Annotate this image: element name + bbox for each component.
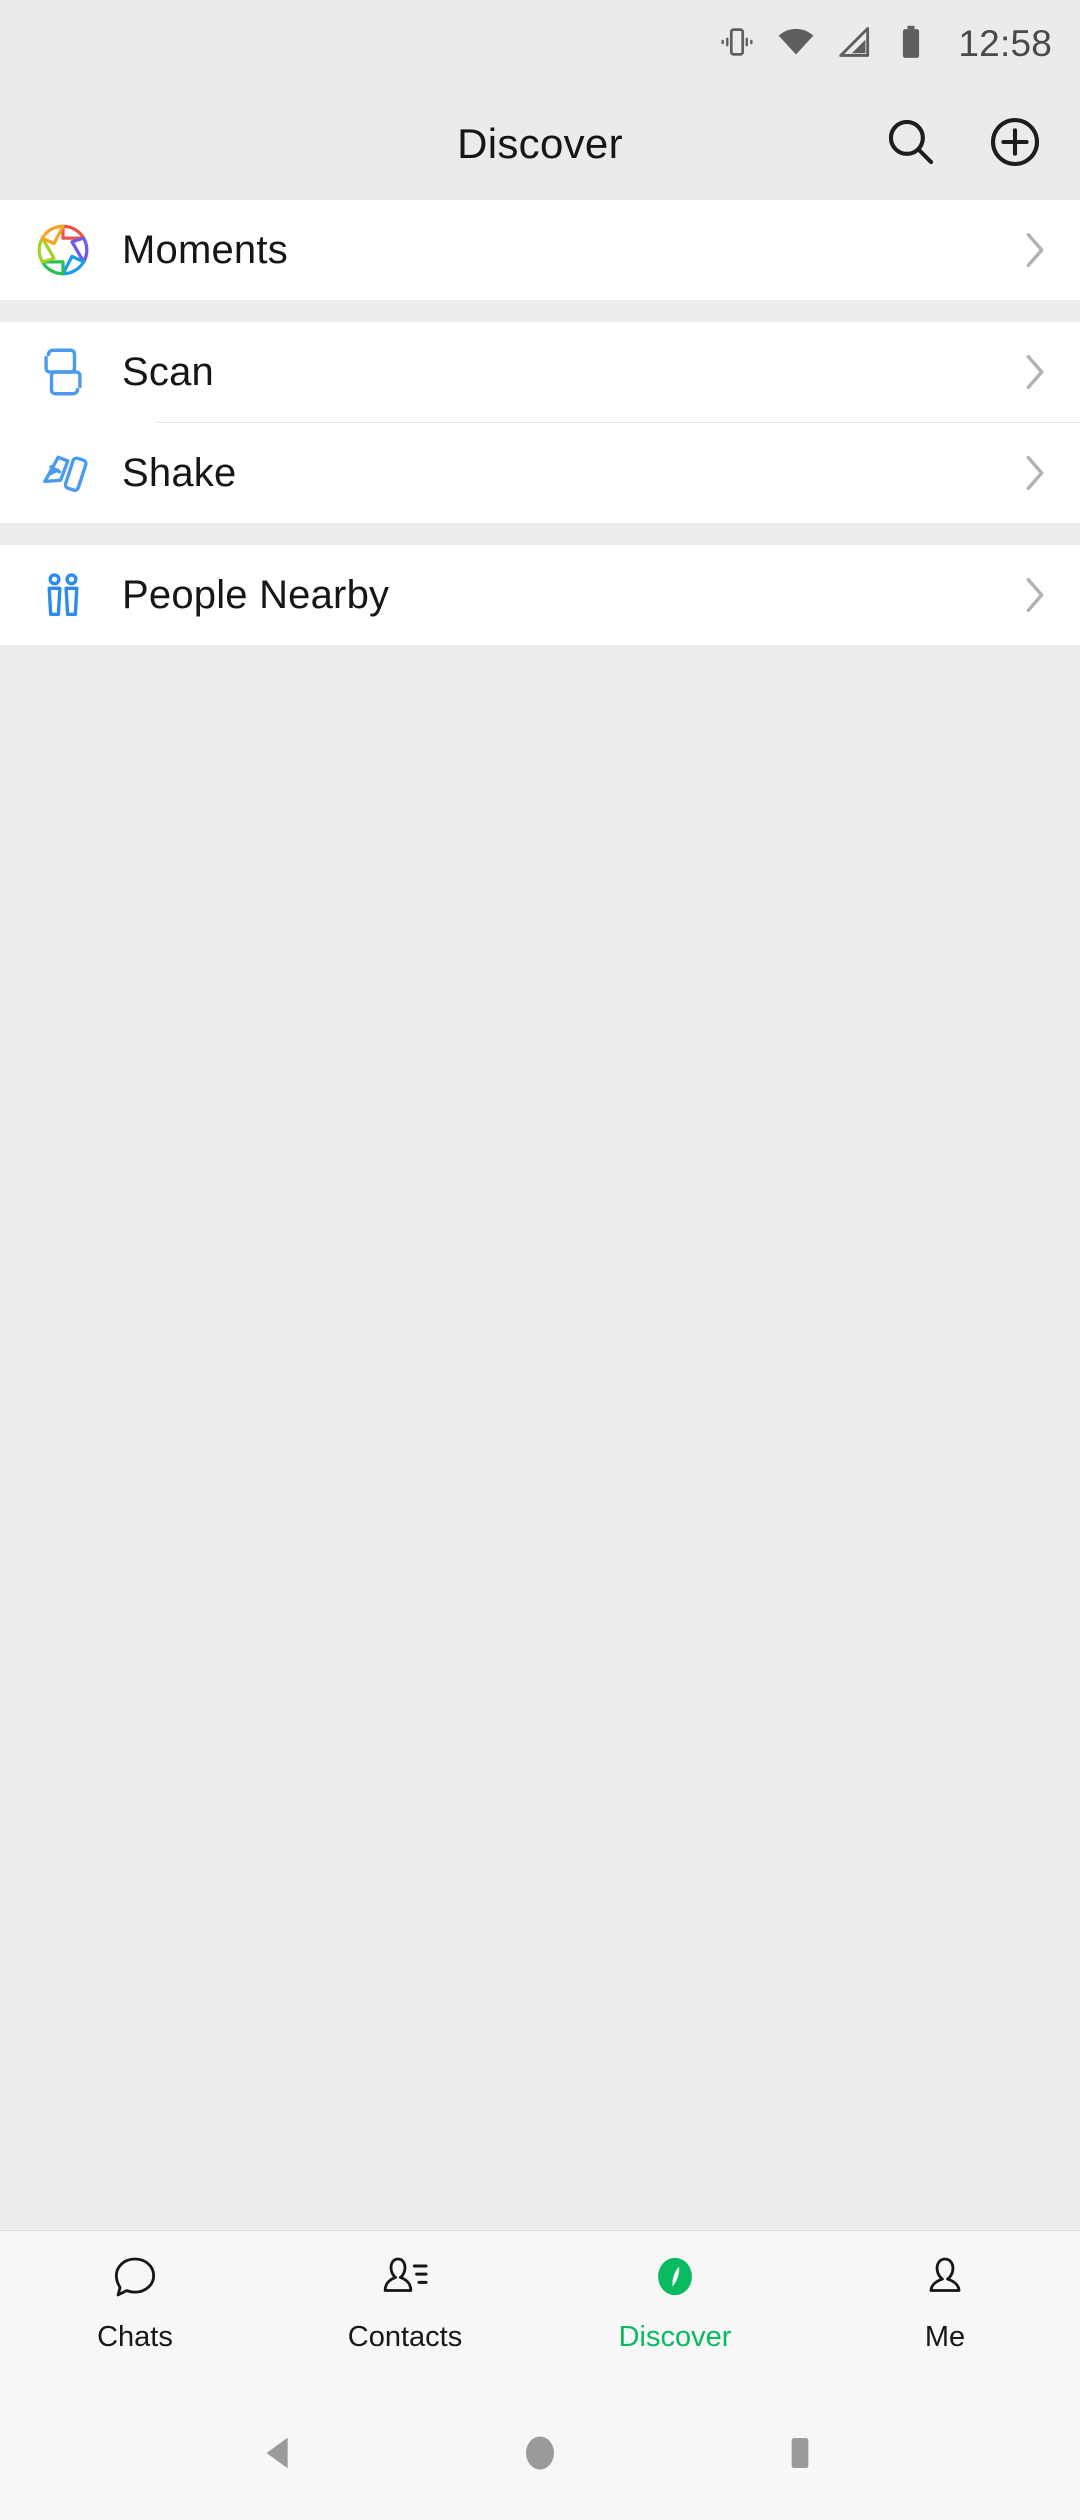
person-icon [917, 2249, 973, 2311]
vibrate-icon [718, 23, 756, 66]
section-gap [0, 523, 1080, 545]
tab-contacts[interactable]: Contacts [270, 2249, 540, 2354]
back-button[interactable] [235, 2410, 325, 2500]
chevron-right-icon [1020, 572, 1050, 618]
chevron-right-icon [1020, 450, 1050, 496]
back-triangle-icon [257, 2430, 303, 2481]
home-button[interactable] [495, 2410, 585, 2500]
bottom-tab-bar: Chats Contacts Discover Me [0, 2230, 1080, 2390]
list-item-label: Shake [122, 450, 237, 495]
cellular-signal-icon [836, 23, 874, 66]
discover-compass-icon [647, 2249, 703, 2311]
section-gap [0, 300, 1080, 322]
search-button[interactable] [880, 113, 942, 175]
status-icon-group: 12:58 [718, 22, 1052, 67]
list-item-moments[interactable]: Moments [0, 200, 1080, 300]
chat-bubble-icon [107, 2249, 163, 2311]
tab-label: Contacts [347, 2321, 463, 2353]
tab-me[interactable]: Me [810, 2249, 1080, 2354]
list-item-label: Moments [122, 227, 288, 272]
wifi-icon [776, 22, 816, 67]
recents-button[interactable] [755, 2410, 845, 2500]
people-nearby-icon [26, 566, 100, 624]
add-circle-icon [986, 113, 1044, 176]
contacts-icon [377, 2249, 433, 2311]
android-navigation-bar [0, 2390, 1080, 2520]
chevron-right-icon [1020, 349, 1050, 395]
battery-icon [894, 24, 928, 65]
tab-label: Discover [618, 2321, 732, 2353]
section-moments: Moments [0, 200, 1080, 300]
list-item-label: Scan [122, 349, 214, 394]
tab-discover[interactable]: Discover [540, 2249, 810, 2354]
discover-list: Moments Scan Shake People Nearby [0, 200, 1080, 2230]
tab-chats[interactable]: Chats [0, 2249, 270, 2354]
add-button[interactable] [984, 113, 1046, 175]
empty-area [0, 645, 1080, 2230]
list-item-shake[interactable]: Shake [0, 423, 1080, 523]
status-bar: 12:58 [0, 0, 1080, 88]
search-icon [882, 113, 940, 176]
recents-square-icon [780, 2430, 820, 2481]
header-actions [880, 113, 1046, 175]
section-scan-shake: Scan Shake [0, 322, 1080, 523]
moments-aperture-icon [26, 220, 100, 280]
tab-label: Chats [97, 2321, 173, 2353]
scan-icon [26, 343, 100, 401]
list-item-label: People Nearby [122, 572, 390, 617]
wechat-discover-screen: 12:58 Discover Moments Scan Shake People… [0, 0, 1080, 2520]
chevron-right-icon [1020, 227, 1050, 273]
list-item-people-nearby[interactable]: People Nearby [0, 545, 1080, 645]
home-circle-icon [519, 2430, 561, 2481]
shake-icon [26, 444, 100, 502]
app-header: Discover [0, 88, 1080, 200]
tab-label: Me [924, 2321, 966, 2353]
section-people-nearby: People Nearby [0, 545, 1080, 645]
status-clock: 12:58 [958, 23, 1052, 64]
list-item-scan[interactable]: Scan [0, 322, 1080, 422]
